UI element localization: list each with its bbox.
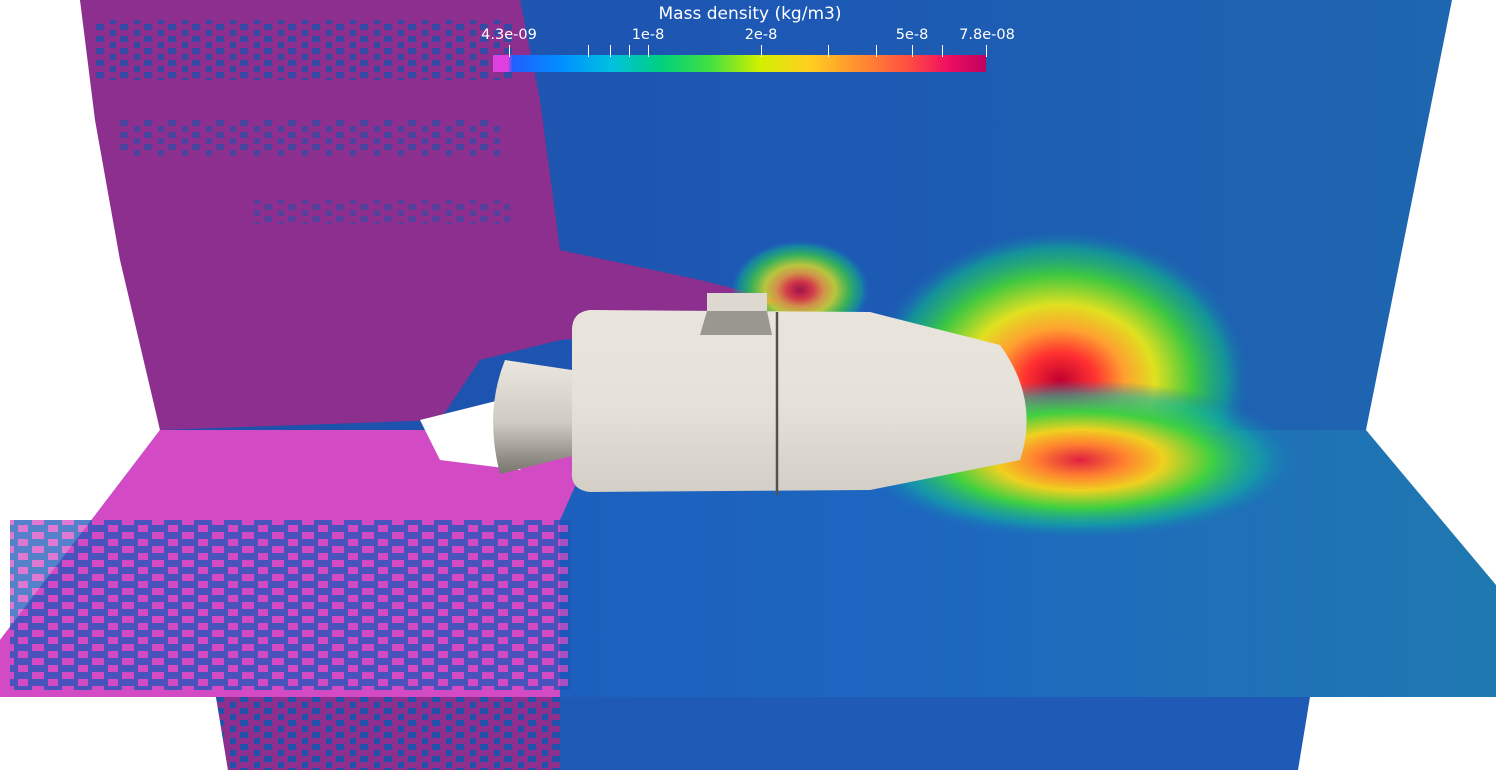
color-legend[interactable]: Mass density (kg/m3) 4.3e-09 1e-8 2e-8 5…: [480, 0, 1020, 80]
corner-unit-label: m: [64, 6, 80, 25]
legend-tick: [761, 45, 763, 57]
legend-tick: [509, 45, 511, 57]
legend-tick: [610, 45, 612, 57]
engine-nozzle: [493, 360, 572, 474]
legend-tick: [629, 45, 631, 57]
legend-tick: [876, 45, 878, 57]
lower-wall-slice: [216, 697, 1310, 770]
legend-tick: [828, 45, 830, 57]
legend-color-ramp: [493, 55, 986, 72]
render-viewport[interactable]: [0, 0, 1496, 770]
vehicle-body: [571, 310, 1027, 492]
legend-min-label: 4.3e-09: [481, 27, 537, 43]
top-module: [707, 293, 767, 311]
legend-tick: [942, 45, 944, 57]
legend-tick-label: 5e-8: [895, 27, 929, 43]
legend-tick-label: 1e-8: [631, 27, 665, 43]
legend-title: Mass density (kg/m3): [658, 4, 842, 24]
legend-tick: [648, 45, 650, 57]
legend-tick: [986, 45, 988, 57]
legend-tick: [588, 45, 590, 57]
legend-max-label: 7.8e-08: [959, 27, 1015, 43]
legend-tick: [912, 45, 914, 57]
legend-tick-label: 2e-8: [744, 27, 778, 43]
